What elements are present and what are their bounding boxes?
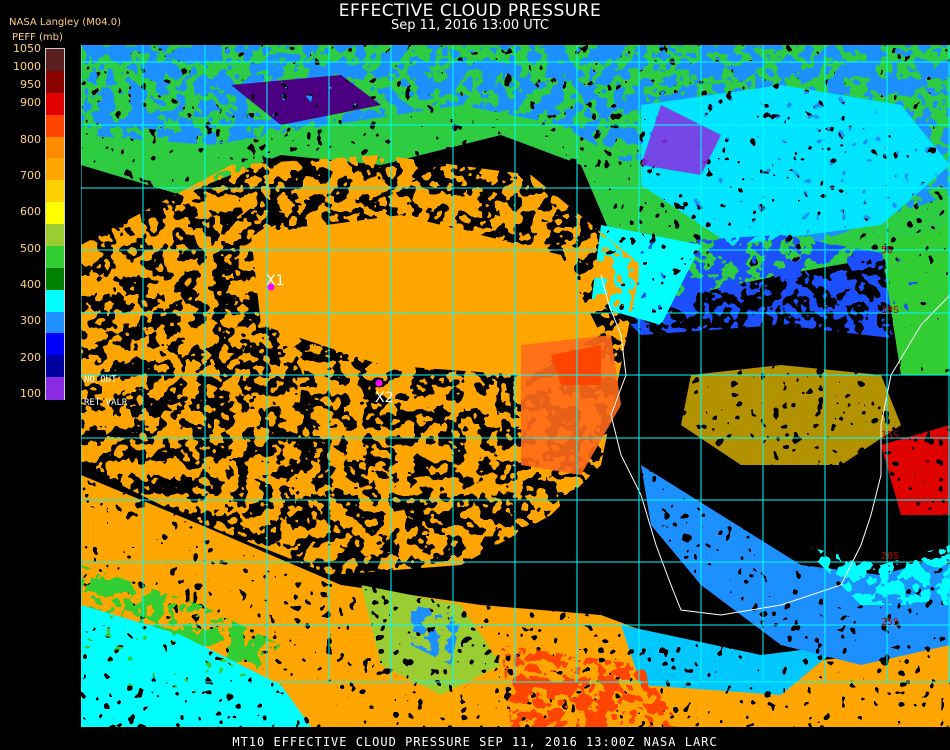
cloud-pressure-map: 5S 10S 15S 20S 25S X1 X2 (81, 45, 950, 727)
legend-swatch (46, 224, 64, 247)
marker-x2-label: X2 (375, 390, 394, 406)
legend-tick-label: 900 (20, 96, 41, 110)
legend-tick-label: 1000 (13, 60, 41, 74)
legend-tick-label: 950 (20, 78, 41, 92)
legend-swatch (46, 377, 64, 400)
legend-tick-label: 400 (20, 278, 41, 292)
legend-swatch (46, 267, 64, 291)
legend-swatch (46, 180, 64, 203)
legend-swatch (46, 70, 64, 94)
legend-swatch (46, 333, 64, 356)
no-retrieval-label-1: NO OUT (84, 375, 117, 385)
no-retrieval-label-2: RET VALR (84, 398, 128, 408)
legend-tick-label: 600 (20, 205, 41, 219)
latitude-label: 25S (881, 617, 899, 628)
latitude-label: 20S (881, 551, 899, 562)
legend-tick-label: 300 (20, 314, 41, 328)
legend-swatch (46, 158, 64, 181)
color-legend-bar (45, 48, 65, 400)
footer-caption: MT10 EFFECTIVE CLOUD PRESSURE SEP 11, 20… (232, 735, 718, 749)
legend-swatch (46, 114, 64, 137)
legend-tick-label: 800 (20, 132, 41, 146)
legend-tick-label: 1050 (13, 42, 41, 55)
legend-swatch (46, 49, 64, 72)
legend-swatch (46, 136, 64, 159)
legend-swatch (46, 92, 64, 116)
legend-tick-label: 700 (20, 169, 41, 183)
marker-x1-label: X1 (266, 273, 285, 289)
latitude-label: 15S (881, 430, 899, 441)
legend-tick-label: 200 (20, 350, 41, 364)
legend-swatch (46, 245, 64, 269)
latitude-label: 5S (881, 245, 893, 256)
legend-swatch (46, 202, 64, 225)
legend-swatch (46, 355, 64, 378)
image-timestamp: Sep 11, 2016 13:00 UTC (390, 18, 550, 33)
legend-swatch (46, 289, 64, 312)
legend-source-label: NASA Langley (M04.0) (9, 17, 121, 28)
legend-tick-label: 100 (20, 387, 41, 400)
marker-x1: X1 (266, 273, 285, 291)
latitude-label: 10S (881, 305, 899, 316)
legend-swatch (46, 311, 64, 334)
legend-tick-label: 500 (20, 241, 41, 255)
